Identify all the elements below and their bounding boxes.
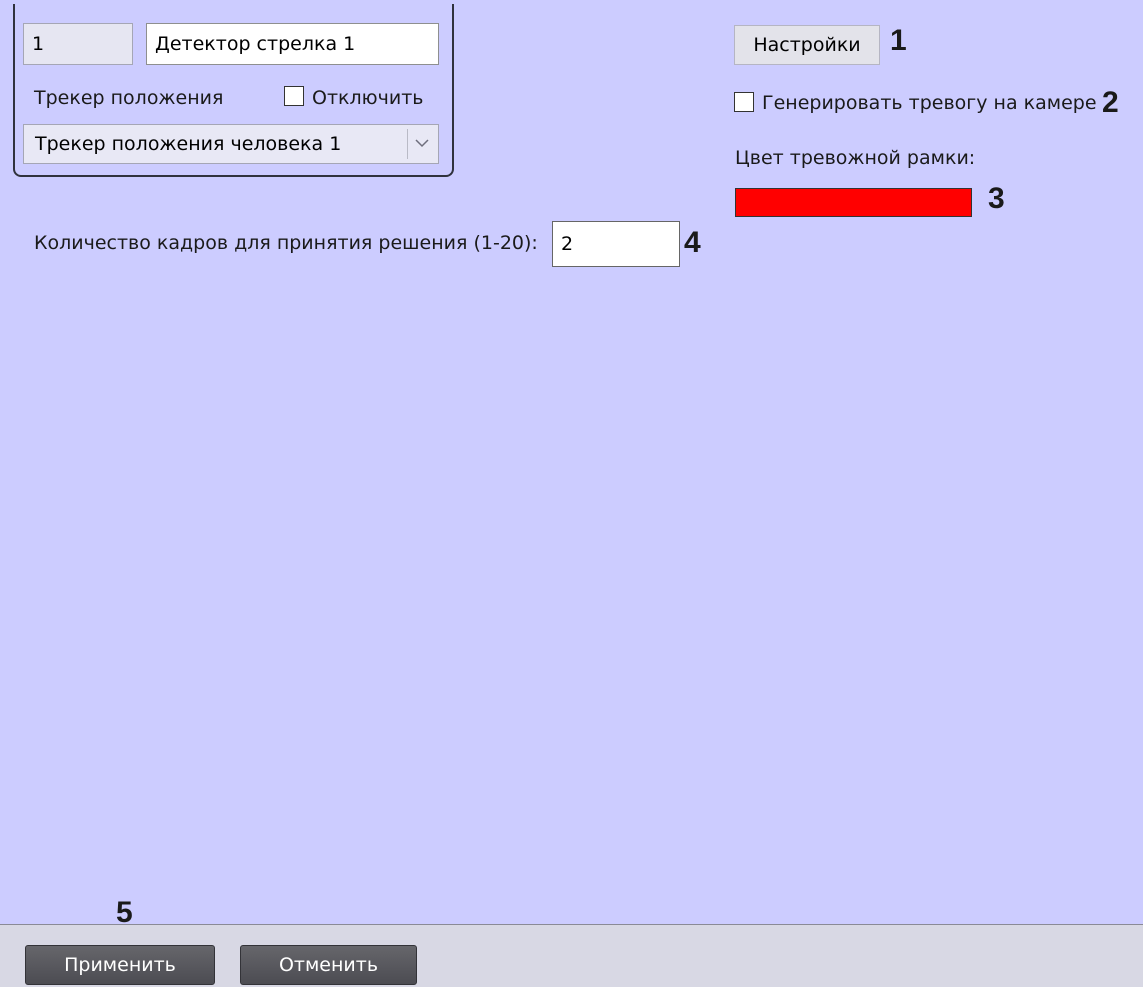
alarm-frame-color-label: Цвет тревожной рамки:: [735, 147, 976, 169]
detector-settings-panel: 1 Детектор стрелка 1 Трекер положения От…: [0, 0, 1143, 987]
position-tracker-selected-value: Трекер положения человека 1: [35, 133, 342, 155]
detector-id-field[interactable]: 1: [23, 23, 133, 65]
apply-button[interactable]: Применить: [25, 945, 215, 985]
frames-count-label: Количество кадров для принятия решения (…: [34, 232, 538, 254]
cancel-button[interactable]: Отменить: [240, 945, 417, 985]
callout-marker-4: 4: [684, 226, 701, 259]
detector-name-field[interactable]: Детектор стрелка 1: [146, 23, 439, 65]
bottom-button-bar: Применить Отменить: [0, 924, 1143, 987]
frames-count-input[interactable]: 2: [552, 221, 680, 267]
callout-marker-1: 1: [890, 24, 907, 57]
chevron-down-icon[interactable]: [407, 129, 435, 159]
callout-marker-3: 3: [988, 182, 1005, 215]
generate-alarm-label[interactable]: Генерировать тревогу на камере: [762, 92, 1097, 114]
settings-button[interactable]: Настройки: [734, 25, 880, 65]
disable-tracker-checkbox[interactable]: [284, 86, 304, 106]
generate-alarm-checkbox[interactable]: [734, 92, 754, 112]
position-tracker-select[interactable]: Трекер положения человека 1: [23, 124, 439, 164]
disable-tracker-label[interactable]: Отключить: [312, 87, 423, 109]
callout-marker-2: 2: [1102, 86, 1119, 119]
alarm-frame-color-swatch[interactable]: [735, 188, 972, 217]
position-tracker-label: Трекер положения: [34, 87, 224, 109]
